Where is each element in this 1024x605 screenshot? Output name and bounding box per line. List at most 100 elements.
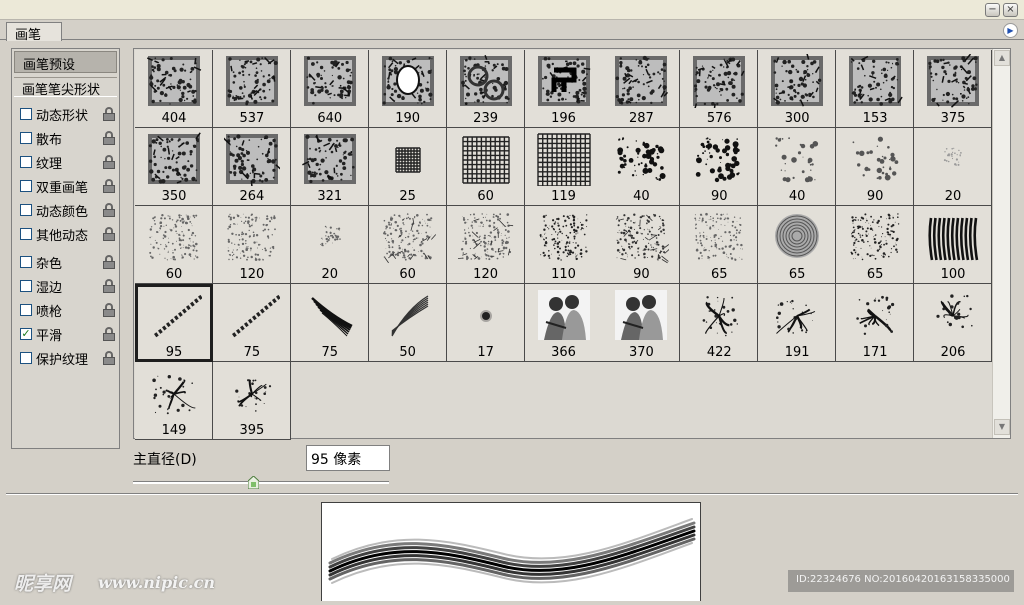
brush-size-label: 60 [135, 267, 213, 282]
scroll-up-icon[interactable]: ▲ [994, 50, 1010, 66]
lock-icon[interactable] [103, 327, 115, 341]
brush-preset-cell[interactable]: 300 [758, 50, 836, 128]
checkbox-checked[interactable]: ✓ [20, 328, 32, 340]
checkbox[interactable] [20, 108, 32, 120]
brush-preset-cell[interactable]: 120 [447, 206, 525, 284]
brush-preset-cell[interactable]: 287 [602, 50, 680, 128]
brush-preset-cell[interactable]: 350 [135, 128, 213, 206]
brush-option-row[interactable]: ✓平滑 [16, 324, 116, 344]
brush-option-row[interactable]: 散布 [16, 128, 116, 148]
brush-preset-cell[interactable]: 20 [291, 206, 369, 284]
brush-option-row[interactable]: 保护纹理 [16, 348, 116, 368]
brush-preset-cell[interactable]: 60 [135, 206, 213, 284]
brush-option-row[interactable]: 杂色 [16, 252, 116, 272]
brush-preset-cell[interactable]: 110 [525, 206, 603, 284]
brush-preset-cell[interactable]: 95 [135, 284, 213, 362]
brush-preset-cell[interactable]: 264 [213, 128, 291, 206]
lock-icon[interactable] [103, 279, 115, 293]
brush-preset-cell[interactable]: 90 [836, 128, 914, 206]
brush-option-row[interactable]: 双重画笔 [16, 176, 116, 196]
brush-preset-cell[interactable]: 576 [680, 50, 758, 128]
brush-preset-cell[interactable]: 50 [369, 284, 447, 362]
brush-preset-cell[interactable]: 120 [213, 206, 291, 284]
grid-scrollbar[interactable]: ▲ ▼ [992, 49, 1010, 438]
brush-preset-cell[interactable]: 191 [758, 284, 836, 362]
brush-option-row[interactable]: 动态颜色 [16, 200, 116, 220]
brush-preset-cell[interactable]: 65 [680, 206, 758, 284]
brush-preset-cell[interactable]: 60 [369, 206, 447, 284]
brush-preset-cell[interactable]: 171 [836, 284, 914, 362]
scroll-down-icon[interactable]: ▼ [994, 419, 1010, 435]
checkbox[interactable] [20, 204, 32, 216]
brush-size-label: 65 [680, 267, 758, 282]
checkbox[interactable] [20, 156, 32, 168]
brush-option-row[interactable]: 其他动态 [16, 224, 116, 244]
brush-preset-cell[interactable]: 190 [369, 50, 447, 128]
brush-preset-cell[interactable]: 40 [602, 128, 680, 206]
checkbox[interactable] [20, 352, 32, 364]
lock-icon[interactable] [103, 203, 115, 217]
diameter-slider-track[interactable] [133, 481, 389, 484]
brush-preset-cell[interactable]: 90 [602, 206, 680, 284]
brush-preset-cell[interactable]: 153 [836, 50, 914, 128]
brush-preset-cell[interactable]: 375 [914, 50, 992, 128]
brush-preset-cell[interactable]: 321 [291, 128, 369, 206]
brush-preset-cell[interactable]: 404 [135, 50, 213, 128]
lock-icon[interactable] [103, 351, 115, 365]
brush-option-row[interactable]: 纹理 [16, 152, 116, 172]
tab-brushes[interactable]: 画笔 [6, 22, 62, 41]
brush-preset-cell[interactable]: 65 [836, 206, 914, 284]
checkbox[interactable] [20, 180, 32, 192]
lock-icon[interactable] [103, 179, 115, 193]
brush-preset-cell[interactable]: 65 [758, 206, 836, 284]
lock-icon[interactable] [103, 107, 115, 121]
brush-preset-cell[interactable]: 422 [680, 284, 758, 362]
brush-preset-cell[interactable]: 370 [602, 284, 680, 362]
checkbox[interactable] [20, 256, 32, 268]
brush-option-row[interactable]: 湿边 [16, 276, 116, 296]
splatter-icon [691, 132, 747, 186]
brush-preset-cell[interactable]: 75 [213, 284, 291, 362]
brush-preset-cell[interactable]: 119 [525, 128, 603, 206]
handcuffs-icon [458, 54, 514, 108]
brush-preset-cell[interactable]: 206 [914, 284, 992, 362]
lock-icon[interactable] [103, 227, 115, 241]
brush-preset-cell[interactable]: 90 [680, 128, 758, 206]
panel-menu-arrow-icon[interactable]: ▶ [1003, 23, 1018, 38]
brush-size-label: 366 [525, 345, 603, 360]
brush-preset-cell[interactable]: 60 [447, 128, 525, 206]
lock-icon[interactable] [103, 131, 115, 145]
brush-preset-cell[interactable]: 100 [914, 206, 992, 284]
lock-icon[interactable] [103, 303, 115, 317]
close-icon[interactable]: × [1003, 3, 1018, 17]
checkbox[interactable] [20, 228, 32, 240]
brush-size-label: 149 [135, 423, 213, 438]
brush-option-row[interactable]: 喷枪 [16, 300, 116, 320]
brush-preset-cell[interactable]: 25 [369, 128, 447, 206]
master-diameter-input[interactable]: 95 像素 [306, 445, 390, 471]
brush-size-label: 65 [836, 267, 914, 282]
brush-preset-cell[interactable]: 196 [525, 50, 603, 128]
brush-preset-cell[interactable]: 395 [213, 362, 291, 440]
brush-preset-cell[interactable]: 75 [291, 284, 369, 362]
brush-preset-cell[interactable]: 239 [447, 50, 525, 128]
diameter-slider-thumb[interactable] [248, 476, 259, 489]
lock-icon[interactable] [103, 255, 115, 269]
brush-preset-cell[interactable]: 366 [525, 284, 603, 362]
brush-preset-cell[interactable]: 640 [291, 50, 369, 128]
photo-stamp-icon [146, 54, 202, 108]
minimize-icon[interactable]: − [985, 3, 1000, 17]
brush-preset-cell[interactable]: 17 [447, 284, 525, 362]
brush-option-row[interactable]: 动态形状 [16, 104, 116, 124]
checkbox[interactable] [20, 132, 32, 144]
brush-preset-cell[interactable]: 537 [213, 50, 291, 128]
brush-preset-cell[interactable]: 40 [758, 128, 836, 206]
brush-preset-cell[interactable]: 149 [135, 362, 213, 440]
checkbox[interactable] [20, 304, 32, 316]
brush-preset-cell[interactable]: 20 [914, 128, 992, 206]
checkbox[interactable] [20, 280, 32, 292]
brush-size-label: 120 [447, 267, 525, 282]
couple-illustration-icon [613, 288, 669, 342]
lock-icon[interactable] [103, 155, 115, 169]
dashed-stroke-icon [146, 288, 202, 342]
